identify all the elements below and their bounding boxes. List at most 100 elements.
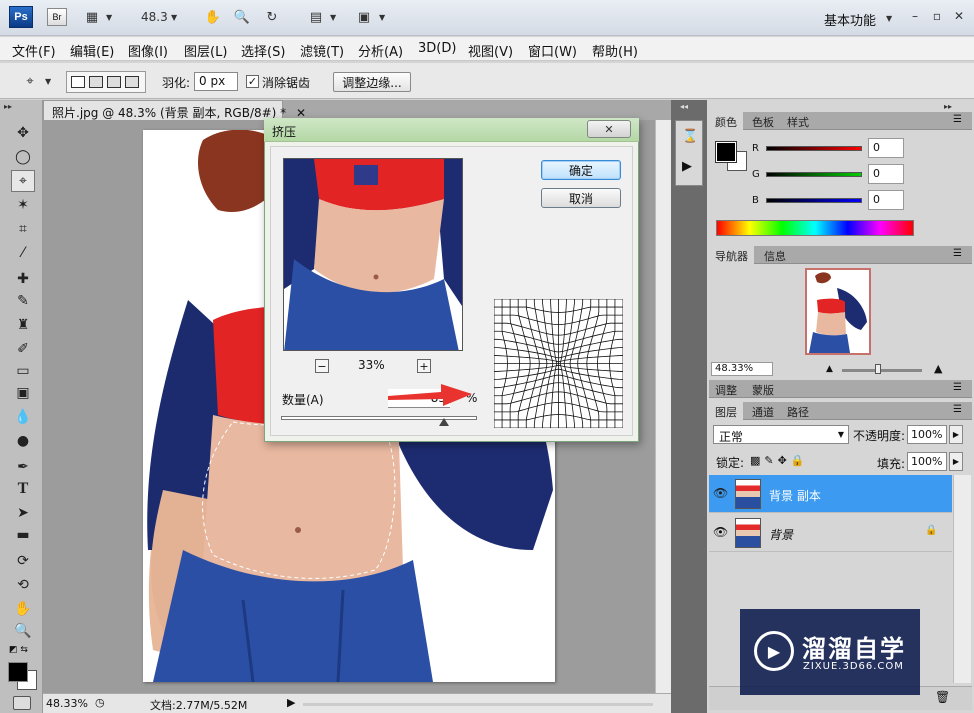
chevron-down-icon[interactable]: ▼ bbox=[330, 13, 336, 22]
layer-row[interactable]: 👁 背景 副本 bbox=[709, 475, 952, 513]
3d-rotate-icon[interactable]: ⟳ bbox=[11, 550, 35, 572]
minimize-icon[interactable]: – bbox=[906, 8, 924, 24]
fill-arrow-icon[interactable]: ▶ bbox=[949, 452, 963, 471]
blend-mode-select[interactable]: 正常 ▼ bbox=[713, 425, 849, 444]
navigator-zoom-in-icon[interactable]: ▲ bbox=[934, 362, 942, 375]
navigator-zoom-out-icon[interactable]: ▲ bbox=[826, 364, 833, 374]
panel-menu-icon[interactable]: ☰ bbox=[953, 404, 962, 415]
refine-edge-button[interactable]: 调整边缘... bbox=[333, 72, 411, 92]
screen-mode-icon[interactable]: ▣ bbox=[354, 8, 374, 26]
channel-r-slider[interactable] bbox=[766, 146, 862, 151]
dodge-tool-icon[interactable]: ● bbox=[11, 430, 35, 452]
layers-scrollbar[interactable] bbox=[953, 475, 971, 683]
lasso-tool-icon[interactable]: ⌖ bbox=[11, 170, 35, 192]
tab-layers[interactable]: 图层 bbox=[709, 402, 743, 420]
collapse-arrow-icon[interactable]: ◂◂ bbox=[680, 102, 688, 111]
rectangle-tool-icon[interactable]: ▬ bbox=[11, 524, 35, 546]
channel-g-input[interactable]: 0 bbox=[868, 164, 904, 184]
layer-name[interactable]: 背景 bbox=[769, 526, 793, 543]
tab-masks[interactable]: 蒙版 bbox=[746, 380, 780, 398]
panel-menu-icon[interactable]: ☰ bbox=[953, 248, 962, 259]
tab-paths[interactable]: 路径 bbox=[781, 402, 815, 420]
path-selection-icon[interactable]: ➤ bbox=[11, 502, 35, 524]
actions-panel-icon[interactable]: ▶ bbox=[682, 159, 692, 174]
filter-preview[interactable] bbox=[283, 158, 463, 351]
lock-icons[interactable]: ▩✎✥🔒 bbox=[750, 454, 809, 467]
history-brush-icon[interactable]: ✐ bbox=[11, 338, 35, 360]
status-info-icon[interactable]: ◷ bbox=[95, 696, 105, 709]
hand-icon[interactable]: ✋ bbox=[203, 8, 223, 26]
history-panel-icon[interactable]: ⌛ bbox=[682, 129, 698, 144]
menu-analysis[interactable]: 分析(A) bbox=[358, 41, 403, 60]
tab-adjustments[interactable]: 调整 bbox=[709, 380, 743, 398]
channel-b-slider[interactable] bbox=[766, 198, 862, 203]
navigator-thumbnail[interactable] bbox=[805, 268, 871, 355]
blur-tool-icon[interactable]: 💧 bbox=[11, 406, 35, 428]
menu-select[interactable]: 选择(S) bbox=[241, 41, 285, 60]
bridge-button[interactable]: Br bbox=[47, 8, 67, 26]
collapse-dock-icon[interactable]: ▸▸ bbox=[944, 102, 952, 111]
navigator-zoom-thumb[interactable] bbox=[875, 364, 881, 374]
document-tab[interactable]: 照片.jpg @ 48.3% (背景 副本, RGB/8#) * ✕ bbox=[43, 100, 306, 120]
horizontal-scrollbar[interactable] bbox=[303, 703, 653, 706]
panel-menu-icon[interactable]: ☰ bbox=[953, 382, 962, 393]
menu-layer[interactable]: 图层(L) bbox=[184, 41, 227, 60]
menu-help[interactable]: 帮助(H) bbox=[592, 41, 638, 60]
panel-menu-icon[interactable]: ☰ bbox=[953, 114, 962, 125]
layer-row[interactable]: 👁 背景 🔒 bbox=[709, 514, 952, 552]
foreground-color-swatch[interactable] bbox=[8, 662, 28, 682]
dialog-title-bar[interactable]: 挤压 bbox=[264, 118, 639, 142]
magic-wand-icon[interactable]: ✶ bbox=[11, 194, 35, 216]
channel-r-input[interactable]: 0 bbox=[868, 138, 904, 158]
opacity-input[interactable]: 100% bbox=[907, 425, 947, 444]
default-colors-icon[interactable]: ◩ ⇆ bbox=[9, 645, 28, 655]
brush-tool-icon[interactable]: ✎ bbox=[11, 290, 35, 312]
workspace-switcher[interactable]: 基本功能 bbox=[824, 10, 876, 29]
fill-input[interactable]: 100% bbox=[907, 452, 947, 471]
tab-swatches[interactable]: 色板 bbox=[746, 112, 780, 130]
arrange-documents-icon[interactable]: ▤ bbox=[306, 8, 326, 26]
menu-3d[interactable]: 3D(D) bbox=[418, 41, 456, 56]
antialias-checkbox[interactable]: ✓ bbox=[246, 75, 259, 88]
status-zoom[interactable]: 48.33% bbox=[46, 697, 88, 710]
chevron-down-icon[interactable]: ▼ bbox=[886, 14, 892, 23]
film-strip-icon[interactable]: ▦ bbox=[82, 8, 102, 26]
vertical-scrollbar[interactable] bbox=[655, 120, 671, 693]
healing-brush-icon[interactable]: ✚ bbox=[11, 268, 35, 290]
subtract-selection-icon[interactable] bbox=[107, 76, 121, 88]
zoom-level-dropdown[interactable]: 48.3 bbox=[141, 10, 168, 24]
menu-image[interactable]: 图像(I) bbox=[128, 41, 168, 60]
tab-info[interactable]: 信息 bbox=[758, 246, 792, 264]
maximize-icon[interactable]: ▫ bbox=[928, 8, 946, 24]
chevron-down-icon[interactable]: ▼ bbox=[45, 77, 51, 86]
menu-window[interactable]: 窗口(W) bbox=[528, 41, 577, 60]
quick-mask-icon[interactable] bbox=[13, 696, 31, 710]
tab-color[interactable]: 颜色 bbox=[709, 112, 743, 130]
tab-styles[interactable]: 样式 bbox=[781, 112, 815, 130]
zoom-icon[interactable]: 🔍 bbox=[232, 8, 252, 26]
new-selection-icon[interactable] bbox=[71, 76, 85, 88]
expand-toolbox-icon[interactable]: ▸▸ bbox=[4, 102, 12, 111]
tab-channels[interactable]: 通道 bbox=[746, 402, 780, 420]
chevron-down-icon[interactable]: ▼ bbox=[171, 13, 177, 22]
eraser-icon[interactable]: ▭ bbox=[11, 360, 35, 382]
rotate-view-icon[interactable]: ↻ bbox=[262, 8, 282, 26]
channel-b-input[interactable]: 0 bbox=[868, 190, 904, 210]
intersect-selection-icon[interactable] bbox=[125, 76, 139, 88]
menu-file[interactable]: 文件(F) bbox=[12, 41, 56, 60]
opacity-arrow-icon[interactable]: ▶ bbox=[949, 425, 963, 444]
clone-stamp-icon[interactable]: ♜ bbox=[11, 314, 35, 336]
zoom-out-button[interactable]: − bbox=[315, 359, 329, 373]
navigator-zoom-slider[interactable] bbox=[842, 369, 922, 372]
feather-input[interactable]: 0 px bbox=[194, 72, 238, 91]
navigator-zoom-input[interactable]: 48.33% bbox=[711, 362, 773, 376]
chevron-down-icon[interactable]: ▼ bbox=[106, 13, 112, 22]
tab-navigator[interactable]: 导航器 bbox=[709, 246, 754, 264]
color-spectrum-bar[interactable] bbox=[716, 220, 914, 236]
elliptical-marquee-icon[interactable]: ◯ bbox=[11, 146, 35, 168]
channel-g-slider[interactable] bbox=[766, 172, 862, 177]
move-tool-icon[interactable]: ✥ bbox=[11, 122, 35, 144]
cancel-button[interactable]: 取消 bbox=[541, 188, 621, 208]
crop-tool-icon[interactable]: ⌗ bbox=[11, 218, 35, 240]
pen-tool-icon[interactable]: ✒ bbox=[11, 456, 35, 478]
